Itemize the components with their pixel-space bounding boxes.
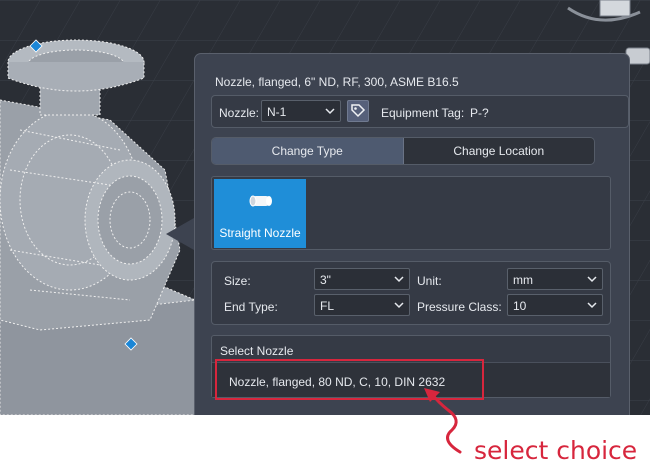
annotation-label: select choice bbox=[474, 436, 638, 465]
annotation-arrow bbox=[424, 388, 462, 454]
